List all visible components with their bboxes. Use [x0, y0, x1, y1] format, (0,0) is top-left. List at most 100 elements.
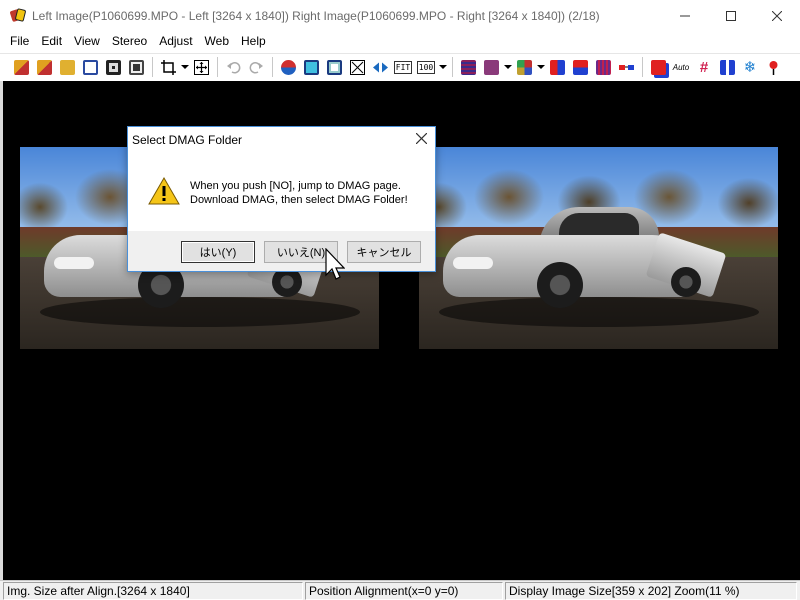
- window-title: Left Image(P1060699.MPO - Left [3264 x 1…: [32, 8, 600, 23]
- view-frame-icon: [326, 59, 342, 75]
- view-single-button[interactable]: [300, 56, 322, 78]
- dialog-close-button[interactable]: [415, 131, 428, 147]
- side-by-side-button[interactable]: [546, 56, 568, 78]
- split-button[interactable]: [716, 56, 738, 78]
- menu-bar: File Edit View Stereo Adjust Web Help: [0, 31, 800, 51]
- view-frame-button[interactable]: [323, 56, 345, 78]
- open-left-button[interactable]: [33, 56, 55, 78]
- menu-edit[interactable]: Edit: [35, 34, 68, 48]
- crop-dropdown[interactable]: [180, 56, 190, 78]
- menu-web[interactable]: Web: [199, 34, 235, 48]
- color-left-button[interactable]: [647, 56, 669, 78]
- auto-label: Auto: [672, 62, 690, 72]
- over-under-icon: [572, 59, 588, 75]
- anaglyph-dropdown[interactable]: [503, 56, 513, 78]
- arrows-button[interactable]: [369, 56, 391, 78]
- mouse-cursor-icon: [325, 248, 345, 280]
- swap-icon: [280, 59, 296, 75]
- minimize-button[interactable]: [662, 0, 708, 31]
- snowflake-icon: ❄: [743, 59, 757, 76]
- crop-button[interactable]: [157, 56, 179, 78]
- anaglyph-color-icon: [483, 59, 499, 75]
- folder-left-icon: [36, 59, 52, 75]
- pin-icon: [769, 60, 777, 75]
- save-stereo-button[interactable]: [125, 56, 147, 78]
- close-button[interactable]: [754, 0, 800, 31]
- move-icon: [193, 59, 209, 75]
- toolbar: FIT 100 Auto # ❄: [0, 53, 800, 80]
- zoom-100-label: 100: [416, 60, 436, 74]
- toolbar-separator: [452, 57, 453, 77]
- save-icon: [105, 59, 121, 75]
- anaglyph-color-button[interactable]: [480, 56, 502, 78]
- swap-button[interactable]: [277, 56, 299, 78]
- maximize-button[interactable]: [708, 0, 754, 31]
- redo-icon: [249, 61, 263, 73]
- toolbar-separator: [272, 57, 273, 77]
- menu-stereo[interactable]: Stereo: [106, 34, 153, 48]
- close-icon: [415, 132, 428, 145]
- dialog-message-line1: When you push [NO], jump to DMAG page.: [190, 180, 401, 192]
- open-stereo-button[interactable]: [10, 56, 32, 78]
- mosaic-dropdown[interactable]: [536, 56, 546, 78]
- warning-icon: [148, 177, 180, 205]
- open-folder-button[interactable]: [56, 56, 78, 78]
- toolbar-separator: [152, 57, 153, 77]
- dialog-title: Select DMAG Folder: [132, 133, 243, 147]
- menu-help[interactable]: Help: [235, 34, 272, 48]
- window-icon: [82, 59, 98, 75]
- auto-align-button[interactable]: Auto: [670, 56, 692, 78]
- arrows-icon: [372, 62, 388, 72]
- anaglyph-icon: [460, 59, 476, 75]
- zoom-dropdown[interactable]: [438, 56, 448, 78]
- interlace-button[interactable]: [592, 56, 614, 78]
- close-icon: [772, 10, 782, 21]
- fit-window-icon: [349, 59, 365, 75]
- glasses-icon: [618, 64, 634, 70]
- status-bar: Img. Size after Align.[3264 x 1840] Posi…: [0, 580, 800, 600]
- pin-button[interactable]: [762, 56, 784, 78]
- color-left-icon: [650, 59, 666, 75]
- status-position-alignment: Position Alignment(x=0 y=0): [305, 582, 503, 600]
- fit-button[interactable]: FIT: [392, 56, 414, 78]
- save-stereo-icon: [128, 59, 144, 75]
- window-controls: [662, 0, 800, 31]
- toolbar-separator: [642, 57, 643, 77]
- undo-icon: [226, 61, 240, 73]
- mosaic-icon: [516, 59, 532, 75]
- open-window-button[interactable]: [79, 56, 101, 78]
- menu-adjust[interactable]: Adjust: [153, 34, 198, 48]
- status-image-size: Img. Size after Align.[3264 x 1840]: [3, 582, 303, 600]
- select-dmag-dialog: Select DMAG Folder When you push [NO], j…: [127, 126, 436, 272]
- over-under-button[interactable]: [569, 56, 591, 78]
- title-bar: Left Image(P1060699.MPO - Left [3264 x 1…: [0, 0, 800, 31]
- app-icon: [9, 7, 27, 24]
- yes-button[interactable]: はい(Y): [181, 241, 255, 263]
- zoom-100-button[interactable]: 100: [415, 56, 437, 78]
- grid-icon: #: [699, 58, 709, 76]
- redo-button[interactable]: [245, 56, 267, 78]
- folder-icon: [59, 59, 75, 75]
- minimize-icon: [680, 15, 690, 16]
- split-icon: [719, 59, 735, 75]
- dialog-message: When you push [NO], jump to DMAG page. D…: [190, 179, 408, 207]
- undo-button[interactable]: [222, 56, 244, 78]
- move-button[interactable]: [190, 56, 212, 78]
- save-button[interactable]: [102, 56, 124, 78]
- crop-icon: [160, 59, 176, 75]
- anaglyph-button[interactable]: [457, 56, 479, 78]
- side-by-side-icon: [549, 59, 565, 75]
- fit-label: FIT: [393, 60, 413, 74]
- grid-button[interactable]: #: [693, 56, 715, 78]
- cancel-button[interactable]: キャンセル: [347, 241, 421, 263]
- toolbar-separator: [217, 57, 218, 77]
- glasses-button[interactable]: [615, 56, 637, 78]
- snowflake-button[interactable]: ❄: [739, 56, 761, 78]
- fit-window-button[interactable]: [346, 56, 368, 78]
- right-image[interactable]: [419, 147, 778, 349]
- menu-view[interactable]: View: [68, 34, 106, 48]
- menu-file[interactable]: File: [4, 34, 35, 48]
- mosaic-button[interactable]: [513, 56, 535, 78]
- maximize-icon: [726, 10, 736, 21]
- interlace-icon: [595, 59, 611, 75]
